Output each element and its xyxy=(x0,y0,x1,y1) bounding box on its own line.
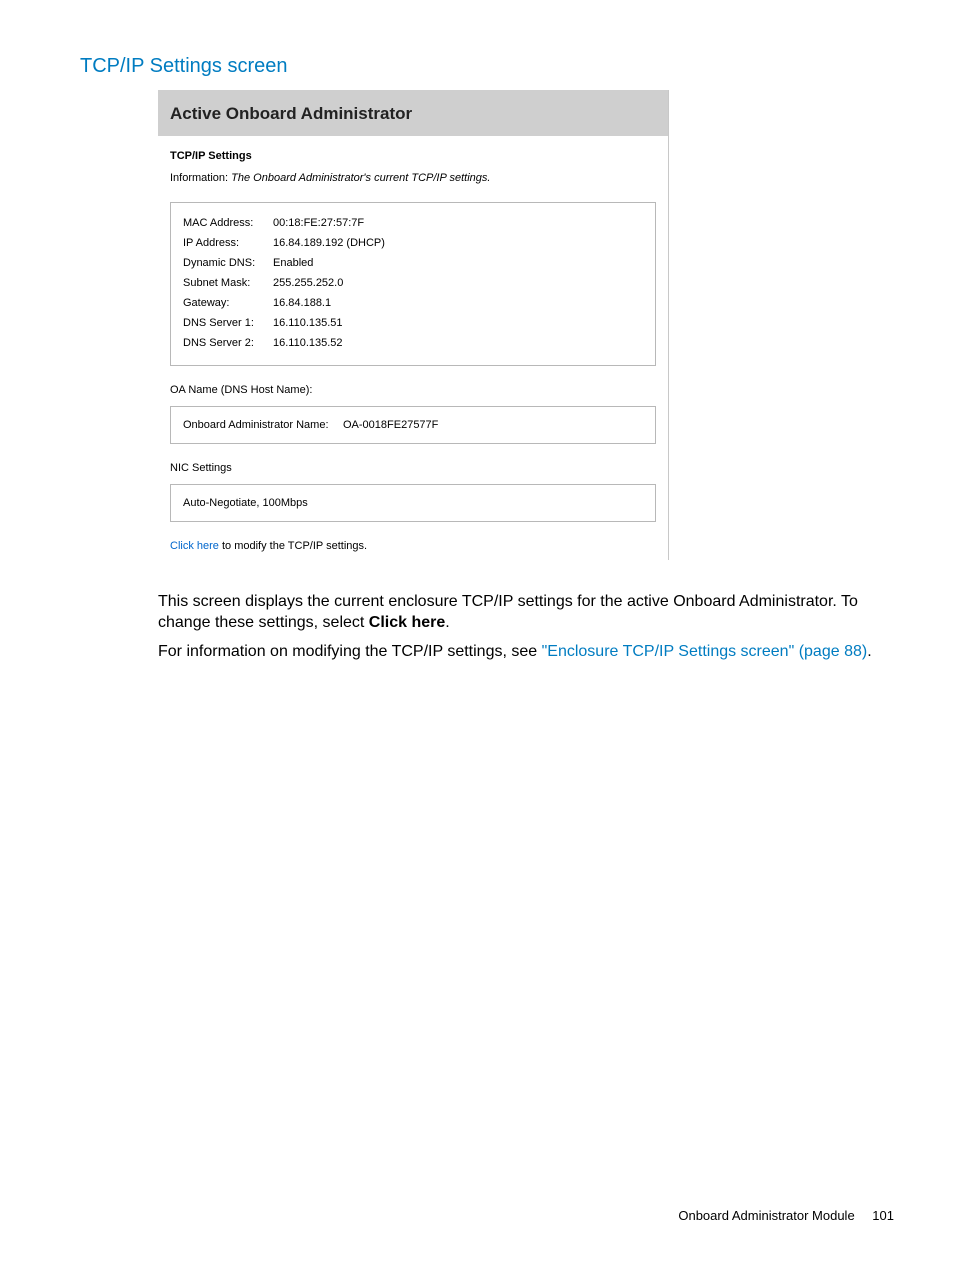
narrative-paragraph-2: For information on modifying the TCP/IP … xyxy=(158,642,898,663)
label-mac: MAC Address: xyxy=(183,213,273,233)
label-ddns: Dynamic DNS: xyxy=(183,253,273,273)
row-ddns: Dynamic DNS: Enabled xyxy=(183,253,643,273)
row-mac: MAC Address: 00:18:FE:27:57:7F xyxy=(183,213,643,233)
oa-name-box: Onboard Administrator Name: OA-0018FE275… xyxy=(170,406,656,444)
row-dns2: DNS Server 2: 16.110.135.52 xyxy=(183,333,643,353)
nic-settings-label: NIC Settings xyxy=(170,462,656,474)
narrative-click-here-bold: Click here xyxy=(369,614,445,631)
oa-name-label: OA Name (DNS Host Name): xyxy=(170,384,656,396)
narrative-p2-c: . xyxy=(867,643,871,660)
label-dns2: DNS Server 2: xyxy=(183,333,273,353)
footer-section-name: Onboard Administrator Module xyxy=(678,1208,854,1223)
tcpip-values-box: MAC Address: 00:18:FE:27:57:7F IP Addres… xyxy=(170,202,656,366)
modify-settings-line: Click here to modify the TCP/IP settings… xyxy=(170,540,656,552)
click-here-link[interactable]: Click here xyxy=(170,540,219,552)
narrative-p1-a: This screen displays the current enclosu… xyxy=(158,593,858,631)
label-ip: IP Address: xyxy=(183,233,273,253)
value-gateway: 16.84.188.1 xyxy=(273,293,331,313)
page-number: 101 xyxy=(872,1208,894,1223)
row-dns1: DNS Server 1: 16.110.135.51 xyxy=(183,313,643,333)
narrative-paragraph-1: This screen displays the current enclosu… xyxy=(158,592,898,634)
tcpip-settings-title: TCP/IP Settings xyxy=(170,150,656,162)
tcpip-settings-screenshot: Active Onboard Administrator TCP/IP Sett… xyxy=(158,90,669,560)
narrative-p1-c: . xyxy=(445,614,449,631)
value-dns2: 16.110.135.52 xyxy=(273,333,343,353)
row-oa-name: Onboard Administrator Name: OA-0018FE275… xyxy=(183,419,643,431)
value-mask: 255.255.252.0 xyxy=(273,273,343,293)
screenshot-body: TCP/IP Settings Information: The Onboard… xyxy=(158,136,668,560)
cross-reference-link[interactable]: "Enclosure TCP/IP Settings screen" (page… xyxy=(542,643,868,660)
nic-settings-box: Auto-Negotiate, 100Mbps xyxy=(170,484,656,522)
label-oa-name: Onboard Administrator Name: xyxy=(183,419,343,431)
value-oa-name: OA-0018FE27577F xyxy=(343,419,438,431)
value-ddns: Enabled xyxy=(273,253,313,273)
screenshot-titlebar: Active Onboard Administrator xyxy=(158,90,668,136)
information-label: Information: xyxy=(170,172,228,184)
narrative-text: This screen displays the current enclosu… xyxy=(158,592,898,670)
page-footer: Onboard Administrator Module 101 xyxy=(678,1208,894,1223)
information-text: The Onboard Administrator's current TCP/… xyxy=(231,172,490,184)
label-dns1: DNS Server 1: xyxy=(183,313,273,333)
label-gateway: Gateway: xyxy=(183,293,273,313)
value-ip: 16.84.189.192 (DHCP) xyxy=(273,233,385,253)
label-mask: Subnet Mask: xyxy=(183,273,273,293)
value-mac: 00:18:FE:27:57:7F xyxy=(273,213,364,233)
section-heading: TCP/IP Settings screen xyxy=(80,55,288,78)
narrative-p2-a: For information on modifying the TCP/IP … xyxy=(158,643,542,660)
value-dns1: 16.110.135.51 xyxy=(273,313,343,333)
row-mask: Subnet Mask: 255.255.252.0 xyxy=(183,273,643,293)
information-line: Information: The Onboard Administrator's… xyxy=(170,172,656,184)
row-ip: IP Address: 16.84.189.192 (DHCP) xyxy=(183,233,643,253)
modify-settings-text: to modify the TCP/IP settings. xyxy=(219,540,367,552)
row-gateway: Gateway: 16.84.188.1 xyxy=(183,293,643,313)
